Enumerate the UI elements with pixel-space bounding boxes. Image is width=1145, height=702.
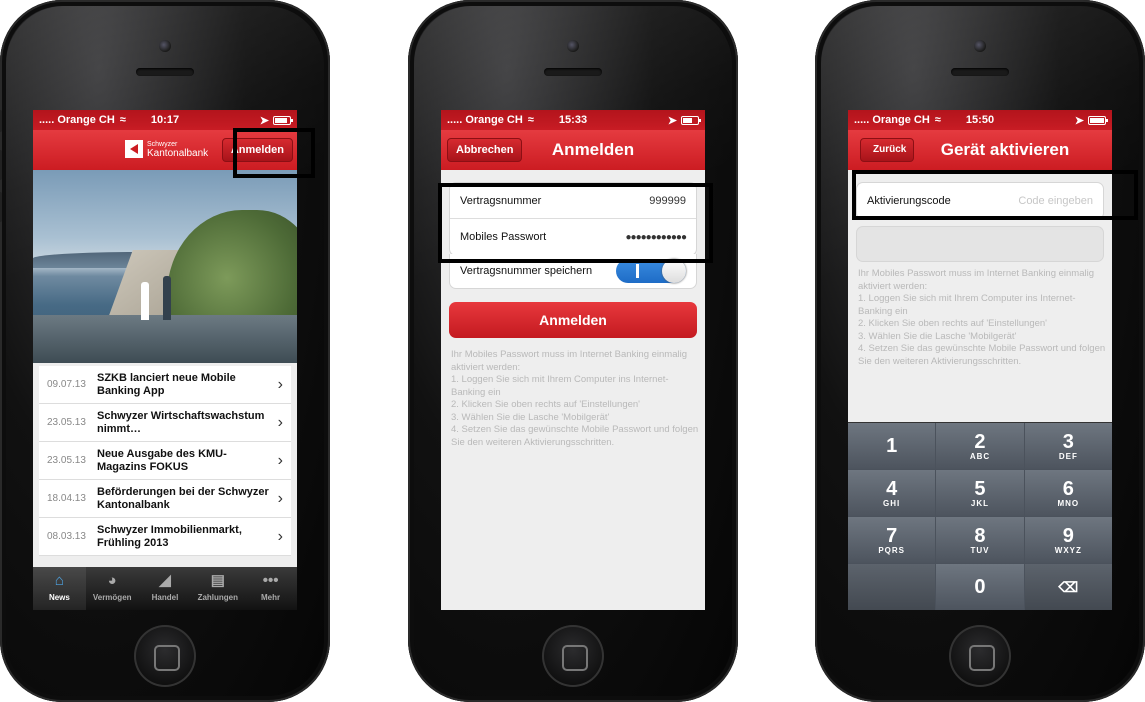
news-list: 09.07.13 SZKB lanciert neue Mobile Banki… (39, 366, 291, 556)
screen: ..... Orange CH ≈ 10:17 ➤ Schwyzer Kanto… (33, 110, 297, 610)
tab-label: Mehr (261, 593, 281, 602)
status-time: 10:17 (150, 114, 180, 126)
status-time: 15:50 (965, 114, 995, 126)
nav-bar: Abbrechen Anmelden (441, 130, 705, 170)
info-text: Ihr Mobiles Passwort muss im Internet Ba… (858, 268, 1106, 367)
tab-label: Zahlungen (197, 593, 239, 602)
speaker-grille (951, 68, 1009, 76)
logo-mark-icon (125, 140, 143, 158)
hero-image (33, 170, 297, 363)
key-1[interactable]: 1 (848, 423, 936, 469)
bank-logo: Schwyzer Kantonalbank (125, 140, 209, 159)
camera-icon (974, 40, 986, 52)
news-row[interactable]: 18.04.13 Beförderungen bei der Schwyzer … (39, 480, 291, 518)
submit-login-button[interactable]: Anmelden (449, 302, 697, 338)
key-9[interactable]: 9 WXYZ (1024, 517, 1112, 563)
status-bar: ..... Orange CH ≈ 15:33 ➤ (441, 110, 705, 130)
news-row[interactable]: 08.03.13 Schwyzer Immobilienmarkt, Frühl… (39, 518, 291, 556)
home-button[interactable] (542, 625, 604, 687)
volume-down-button (0, 192, 2, 222)
battery-icon (1088, 115, 1108, 125)
activate-button[interactable] (856, 226, 1104, 262)
battery-icon (273, 115, 293, 125)
key-blank (848, 564, 936, 610)
key-0[interactable]: 0 (936, 564, 1024, 610)
highlight-box (852, 170, 1138, 220)
highlight-box (233, 128, 315, 178)
card-icon: ▤ (210, 572, 225, 589)
chevron-right-icon: › (277, 413, 283, 431)
key-4[interactable]: 4 GHI (848, 470, 936, 516)
tab-label: Vermögen (92, 593, 132, 602)
chevron-right-icon: › (277, 451, 283, 469)
logo-line2: Kantonalbank (147, 148, 209, 159)
key-3[interactable]: 3 DEF (1024, 423, 1112, 469)
home-icon: ⌂ (54, 572, 64, 589)
volume-up-button (0, 150, 2, 180)
tab-news[interactable]: ⌂ News (33, 567, 86, 610)
chevron-right-icon: › (277, 375, 283, 393)
key-2[interactable]: 2 ABC (936, 423, 1024, 469)
status-bar: ..... Orange CH ≈ 10:17 ➤ (33, 110, 297, 130)
news-title: Beförderungen bei der Schwyzer Kantonalb… (97, 485, 269, 511)
delete-key[interactable]: ⌫ (1024, 564, 1112, 610)
camera-icon (159, 40, 171, 52)
tab-label: News (48, 593, 70, 602)
news-row[interactable]: 23.05.13 Schwyzer Wirtschaftswachstum ni… (39, 404, 291, 442)
tab-zahlungen[interactable]: ▤ Zahlungen (191, 567, 244, 610)
news-date: 08.03.13 (47, 531, 86, 542)
camera-icon (567, 40, 579, 52)
home-button[interactable] (949, 625, 1011, 687)
phone-login: ..... Orange CH ≈ 15:33 ➤ Abbrechen Anme… (408, 0, 738, 702)
info-text: Ihr Mobiles Passwort muss im Internet Ba… (451, 349, 699, 448)
key-7[interactable]: 7 PQRS (848, 517, 936, 563)
battery-icon (681, 115, 701, 125)
key-6[interactable]: 6 MNO (1024, 470, 1112, 516)
news-title: Neue Ausgabe des KMU-Magazins FOKUS (97, 447, 227, 473)
speaker-grille (136, 68, 194, 76)
tab-bar: ⌂ News ◕ Vermögen ◢ Handel ▤ Zahlungen •… (33, 567, 297, 610)
news-title: Schwyzer Immobilienmarkt, Frühling 2013 (97, 523, 242, 549)
nav-bar: Zurück Gerät aktivieren (848, 130, 1112, 170)
home-button[interactable] (134, 625, 196, 687)
news-row[interactable]: 23.05.13 Neue Ausgabe des KMU-Magazins F… (39, 442, 291, 480)
status-bar: ..... Orange CH ≈ 15:50 ➤ (848, 110, 1112, 130)
status-time: 15:33 (558, 114, 588, 126)
more-icon: ••• (262, 572, 279, 589)
pie-chart-icon: ◕ (107, 572, 117, 589)
news-title: Schwyzer Wirtschaftswachstum nimmt… (97, 409, 265, 435)
chevron-right-icon: › (277, 527, 283, 545)
page-title: Gerät aktivieren (940, 140, 1070, 159)
news-row[interactable]: 09.07.13 SZKB lanciert neue Mobile Banki… (39, 366, 291, 404)
news-title: SZKB lanciert neue Mobile Banking App (97, 371, 236, 397)
tab-vermoegen[interactable]: ◕ Vermögen (86, 567, 139, 610)
key-8[interactable]: 8 TUV (936, 517, 1024, 563)
page-title: Anmelden (551, 140, 635, 159)
save-contract-label: Vertragsnummer speichern (460, 265, 593, 277)
numeric-keypad: 1 2 ABC 3 DEF 4 GHI 5 JKL 6 MNO 7 PQRS 8 TUV 9W… (848, 422, 1112, 610)
speaker-grille (544, 68, 602, 76)
phone-news: ..... Orange CH ≈ 10:17 ➤ Schwyzer Kanto… (0, 0, 330, 702)
tab-mehr[interactable]: ••• Mehr (244, 567, 297, 610)
phone-activate: ..... Orange CH ≈ 15:50 ➤ Zurück Gerät a… (815, 0, 1145, 702)
news-date: 18.04.13 (47, 493, 86, 504)
news-date: 23.05.13 (47, 417, 86, 428)
news-date: 23.05.13 (47, 455, 86, 466)
mute-switch (0, 110, 2, 132)
tab-handel[interactable]: ◢ Handel (139, 567, 192, 610)
backspace-icon: ⌫ (1058, 579, 1079, 595)
news-date: 09.07.13 (47, 379, 86, 390)
chevron-right-icon: › (277, 489, 283, 507)
highlight-box (438, 183, 713, 263)
chart-icon: ◢ (159, 572, 171, 589)
tab-label: Handel (151, 593, 179, 602)
key-5[interactable]: 5 JKL (936, 470, 1024, 516)
